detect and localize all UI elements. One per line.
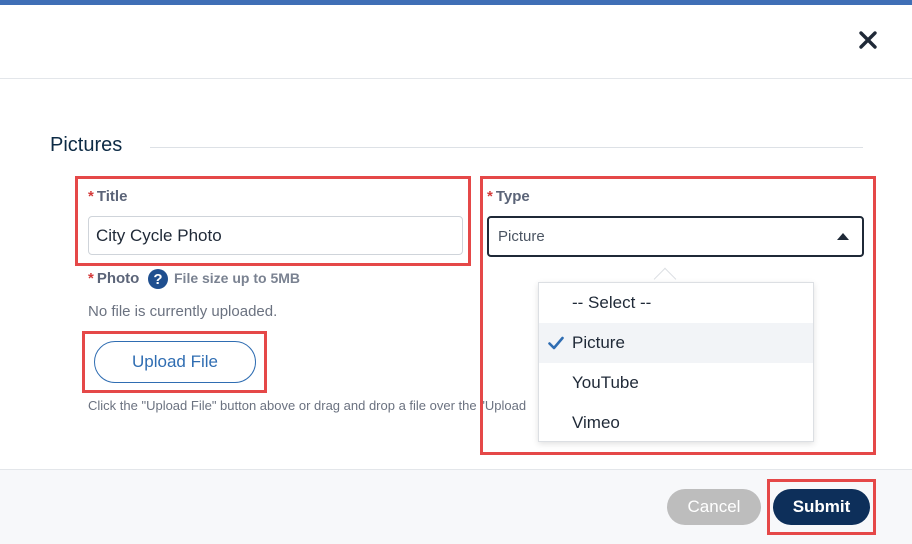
type-label-text: Type bbox=[495, 188, 530, 205]
dropdown-option-vimeo[interactable]: Vimeo bbox=[539, 403, 813, 443]
dropdown-option-picture[interactable]: Picture bbox=[539, 323, 813, 363]
title-label-text: Title bbox=[96, 188, 128, 205]
required-marker: * bbox=[487, 188, 493, 205]
no-file-status: No file is currently uploaded. bbox=[88, 303, 278, 320]
type-dropdown-menu: -- Select -- Picture YouTube Vimeo bbox=[538, 282, 814, 442]
type-select-value: Picture bbox=[498, 228, 545, 245]
help-glyph: ? bbox=[153, 270, 163, 288]
file-size-hint: File size up to 5MB bbox=[174, 270, 301, 286]
section-title: Pictures bbox=[50, 134, 123, 156]
photo-label-text: Photo bbox=[96, 270, 140, 287]
required-marker: * bbox=[88, 188, 94, 205]
close-button[interactable] bbox=[852, 24, 884, 56]
section-divider bbox=[150, 147, 863, 148]
required-marker: * bbox=[88, 270, 94, 287]
photo-label: * Photo bbox=[88, 270, 139, 287]
question-circle-icon[interactable]: ? bbox=[148, 269, 168, 289]
upload-instructions: Click the "Upload File" button above or … bbox=[88, 398, 527, 413]
option-label: Picture bbox=[572, 333, 625, 352]
submit-button[interactable]: Submit bbox=[773, 489, 870, 525]
upload-file-button[interactable]: Upload File bbox=[94, 341, 256, 383]
checkmark-icon bbox=[548, 336, 564, 350]
title-label: * Title bbox=[88, 188, 127, 205]
dialog-header bbox=[0, 5, 912, 79]
close-icon bbox=[859, 31, 877, 49]
option-label: -- Select -- bbox=[572, 293, 652, 312]
caret-up-icon bbox=[837, 233, 849, 240]
title-input[interactable] bbox=[88, 216, 463, 255]
cancel-button[interactable]: Cancel bbox=[667, 489, 761, 525]
option-label: YouTube bbox=[572, 373, 639, 392]
type-select[interactable]: Picture bbox=[487, 216, 864, 257]
option-label: Vimeo bbox=[572, 413, 620, 432]
dropdown-option-youtube[interactable]: YouTube bbox=[539, 363, 813, 403]
dropdown-option-select[interactable]: -- Select -- bbox=[539, 283, 813, 323]
type-label: * Type bbox=[487, 188, 530, 205]
